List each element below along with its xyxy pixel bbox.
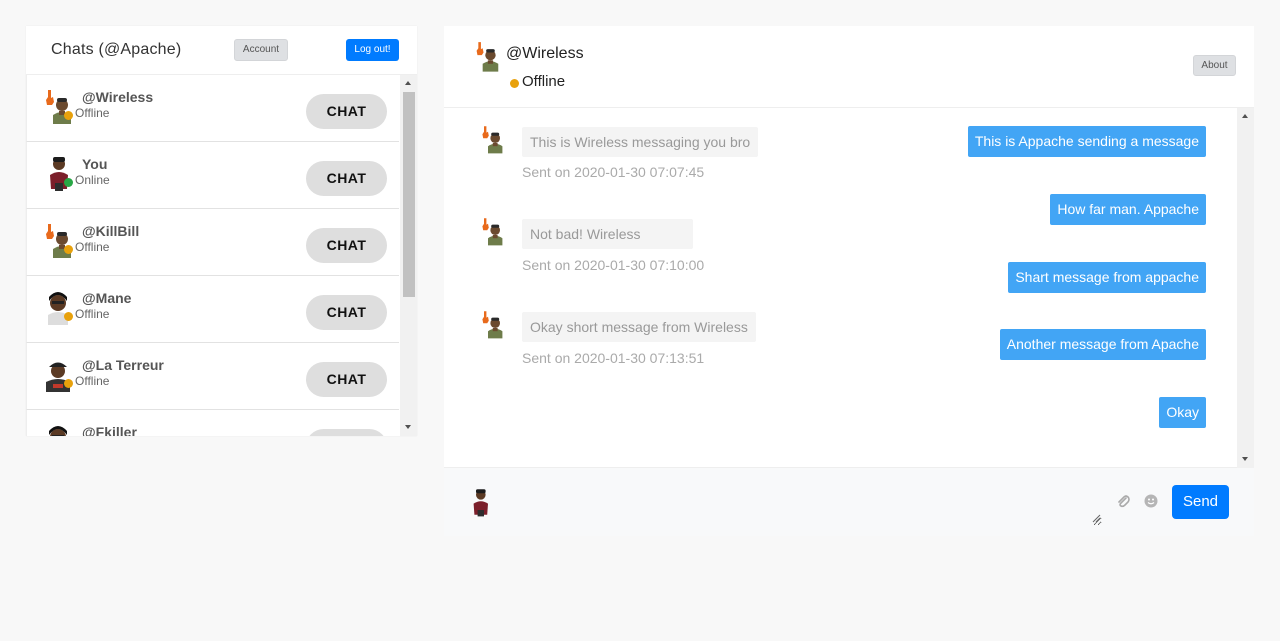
user-list: @Wireless Offline CHAT You Online CHAT @… [26, 75, 399, 436]
contact-name: @Wireless [506, 45, 584, 62]
user-name: You [82, 156, 108, 172]
contact-status: Offline [522, 73, 566, 90]
status-dot [64, 245, 73, 254]
status-dot [64, 379, 73, 388]
status-dot [510, 79, 519, 88]
user-status: Offline [75, 106, 110, 120]
chat-button[interactable]: CHAT [306, 429, 387, 436]
user-list-container: @Wireless Offline CHAT You Online CHAT @… [26, 75, 417, 436]
outgoing-message: Okay [1159, 397, 1206, 428]
outgoing-message: This is Appache sending a message [967, 126, 1206, 157]
incoming-message: This is Wireless messaging you bro [522, 127, 759, 157]
chat-list-title: Chats (@Apache) [51, 41, 182, 58]
conversation-panel: @Wireless Offline About This is Wireless… [444, 26, 1254, 536]
incoming-message: Not bad! Wireless [522, 219, 693, 249]
scroll-thumb[interactable] [403, 92, 415, 297]
account-button[interactable]: Account [234, 39, 288, 61]
user-status: Offline [75, 240, 110, 254]
message-input[interactable] [510, 478, 1102, 526]
user-name: @KillBill [82, 223, 140, 239]
user-row-mane: @Mane Offline CHAT [26, 276, 399, 343]
message-timestamp: Sent on 2020-01-30 07:07:45 [522, 164, 705, 180]
user-name: @Mane [82, 290, 132, 306]
message-composer: Send [444, 468, 1254, 536]
message-scrollbar[interactable] [1237, 108, 1254, 468]
status-dot [64, 312, 73, 321]
user-row-killbill: @KillBill Offline CHAT [26, 209, 399, 276]
message-timestamp: Sent on 2020-01-30 07:10:00 [522, 257, 705, 273]
user-name: @La Terreur [82, 357, 164, 373]
user-status: Offline [75, 374, 110, 388]
chat-button[interactable]: CHAT [306, 228, 387, 263]
scroll-up-icon[interactable] [405, 81, 411, 85]
user-row-fkiller: @Fkiller CHAT [26, 410, 399, 436]
smiley-icon[interactable] [1144, 494, 1158, 508]
outgoing-message: Another message from Apache [999, 329, 1206, 360]
user-row-wireless: @Wireless Offline CHAT [26, 75, 399, 142]
chat-list-panel: Chats (@Apache) Account Log out! @Wirele… [26, 26, 417, 436]
scroll-down-icon[interactable] [1242, 457, 1248, 461]
send-button[interactable]: Send [1172, 485, 1229, 519]
avatar-hand-icon [480, 216, 504, 246]
chat-button[interactable]: CHAT [306, 362, 387, 397]
user-row-la-terreur: @La Terreur Offline CHAT [26, 343, 399, 410]
scroll-down-icon[interactable] [405, 425, 411, 429]
outgoing-message: How far man. Appache [1050, 194, 1206, 225]
user-status: Offline [75, 307, 110, 321]
chat-button[interactable]: CHAT [306, 161, 387, 196]
user-list-scrollbar[interactable] [400, 75, 417, 436]
avatar-person-icon [468, 486, 492, 518]
user-row-you: You Online CHAT [26, 142, 399, 209]
chat-button[interactable]: CHAT [306, 295, 387, 330]
chat-button[interactable]: CHAT [306, 94, 387, 129]
outgoing-message: Shart message from appache [1008, 262, 1206, 293]
message-list: This is Wireless messaging you bro Sent … [444, 108, 1254, 468]
chat-list-header: Chats (@Apache) Account Log out! [26, 26, 417, 75]
conversation-header: @Wireless Offline About [444, 26, 1254, 108]
about-button[interactable]: About [1193, 55, 1236, 76]
status-dot [64, 111, 73, 120]
resize-handle-icon[interactable] [1092, 514, 1101, 523]
message-timestamp: Sent on 2020-01-30 07:13:51 [522, 350, 705, 366]
avatar-hand-icon [474, 40, 500, 72]
user-name: @Wireless [82, 89, 154, 105]
incoming-message: Okay short message from Wireless [522, 312, 756, 342]
scroll-up-icon[interactable] [1242, 114, 1248, 118]
avatar-hand-icon [480, 309, 504, 339]
paperclip-icon[interactable] [1116, 493, 1130, 509]
user-status: Online [75, 173, 110, 187]
user-name: @Fkiller [82, 424, 137, 436]
avatar-hand-icon [480, 124, 504, 154]
status-dot [64, 178, 73, 187]
logout-button[interactable]: Log out! [346, 39, 399, 61]
avatar-mane-icon [43, 423, 73, 436]
